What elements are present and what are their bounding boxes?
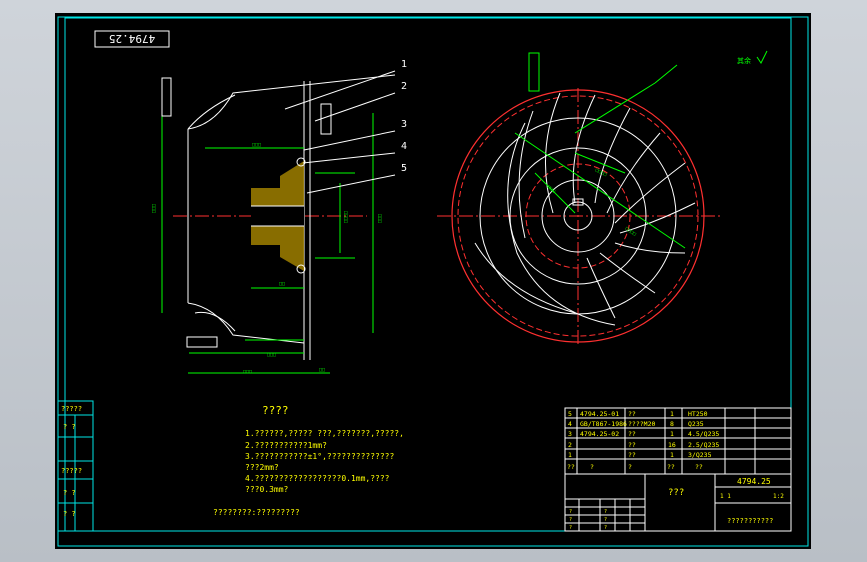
svg-text:?: ? [569,517,572,523]
svg-text:???2mm?: ???2mm? [245,463,279,472]
section-view: □□□ □□□ □□□ □□□ □□ □□□□ □□□ □□ [151,70,396,375]
svg-text:???0.3mm?: ???0.3mm? [245,485,289,494]
svg-text:?: ? [604,525,607,531]
svg-text:? ?: ? ? [63,489,76,497]
svg-text:16: 16 [668,441,676,449]
svg-text:????????:?????????: ????????:????????? [213,508,300,517]
svg-text:4794.25-01: 4794.25-01 [580,410,619,418]
svg-text:??: ?? [567,463,575,471]
svg-text:1: 1 [568,451,572,459]
svg-text:□□□: □□□ [267,352,276,358]
svg-text:1 1: 1 1 [720,493,731,500]
svg-text:1:2: 1:2 [773,493,784,500]
svg-text:4794.25: 4794.25 [737,477,771,486]
svg-text:□□: □□ [319,367,325,373]
svg-text:?????: ????? [61,405,82,413]
svg-text:? ?: ? ? [63,510,76,518]
svg-text:??: ?? [667,463,675,471]
svg-text:□□□: □□□ [151,204,157,213]
svg-text:□□□□: □□□□ [343,211,349,223]
svg-text:8: 8 [670,420,674,428]
vanes [474,92,696,326]
roughness-mark: 其余 [737,50,768,65]
svg-text:????M20: ????M20 [628,420,655,428]
drawing-canvas: 4794.25 □□□ □□□ □□□ □□□ □□ □□□□ □□□ □□ 1… [55,13,811,549]
svg-text:3: 3 [401,119,407,130]
svg-text:2.5/Q235: 2.5/Q235 [688,441,719,449]
svg-text:3.???????????±1°,?????????????: 3.???????????±1°,?????????????? [245,452,394,461]
front-view: □□□□ □□□□ □□□ [437,52,720,346]
svg-text:1: 1 [401,59,407,70]
svg-text:GB/T867-1986: GB/T867-1986 [580,420,627,428]
svg-text:3/Q235: 3/Q235 [688,451,712,459]
svg-text:□□□: □□□ [377,214,383,223]
svg-text:4: 4 [568,420,572,428]
svg-text:2: 2 [401,81,407,92]
svg-text:□□□: □□□ [243,369,252,375]
svg-text:??: ?? [628,430,636,438]
svg-text:□□: □□ [279,281,285,287]
svg-text:□□□: □□□ [252,142,261,148]
svg-text:4794.25: 4794.25 [109,32,155,45]
svg-text:其余: 其余 [737,56,751,65]
svg-text:?: ? [569,525,572,531]
bom-rows: 5 4794.25-01 ?? 1 HT250 4 GB/T867-1986 ?… [567,410,719,471]
svg-text:??: ?? [628,410,636,418]
svg-text:?????: ????? [61,467,82,475]
svg-text:4.??????????????????0.1mm,????: 4.??????????????????0.1mm,???? [245,474,390,483]
svg-text:1.??????,????? ???,??????: 1.??????,????? ???,???????,?????, [245,429,404,438]
svg-text:2.???????????1mm?: 2.???????????1mm? [245,441,327,450]
number-stamp: 4794.25 [94,30,170,48]
svg-text:?: ? [569,509,572,515]
svg-text:?: ? [590,463,594,471]
svg-text:3: 3 [568,430,572,438]
svg-text:Q235: Q235 [688,420,704,428]
svg-text:? ?: ? ? [63,423,76,431]
svg-text:????: ???? [262,404,289,417]
svg-text:2: 2 [568,441,572,449]
top-shroud [187,74,396,130]
svg-text:1: 1 [670,430,674,438]
svg-text:??: ?? [628,441,636,449]
svg-text:?: ? [604,509,607,515]
svg-text:4794.25-02: 4794.25-02 [580,430,619,438]
callouts: 1 2 3 4 5 [401,59,407,174]
svg-text:??: ?? [695,463,703,471]
tolerance-frames [161,77,332,348]
svg-text:4: 4 [401,141,407,152]
svg-text:5: 5 [401,163,407,174]
svg-text:HT250: HT250 [688,410,708,418]
left-stamp-column: ????? ? ? ????? ? ? ? ? [57,400,94,532]
svg-text:5: 5 [568,410,572,418]
svg-text:???: ??? [668,488,684,498]
technical-notes: ???? 1.??????,????? ???,???????,?????, 2… [213,404,404,517]
svg-text:1: 1 [670,451,674,459]
svg-text:1: 1 [670,410,674,418]
svg-text:?: ? [628,463,632,471]
svg-text:?: ? [604,517,607,523]
svg-text:???????????: ??????????? [727,517,773,525]
svg-text:??: ?? [628,451,636,459]
hub-hatch [251,161,304,271]
svg-text:4.5/Q235: 4.5/Q235 [688,430,719,438]
